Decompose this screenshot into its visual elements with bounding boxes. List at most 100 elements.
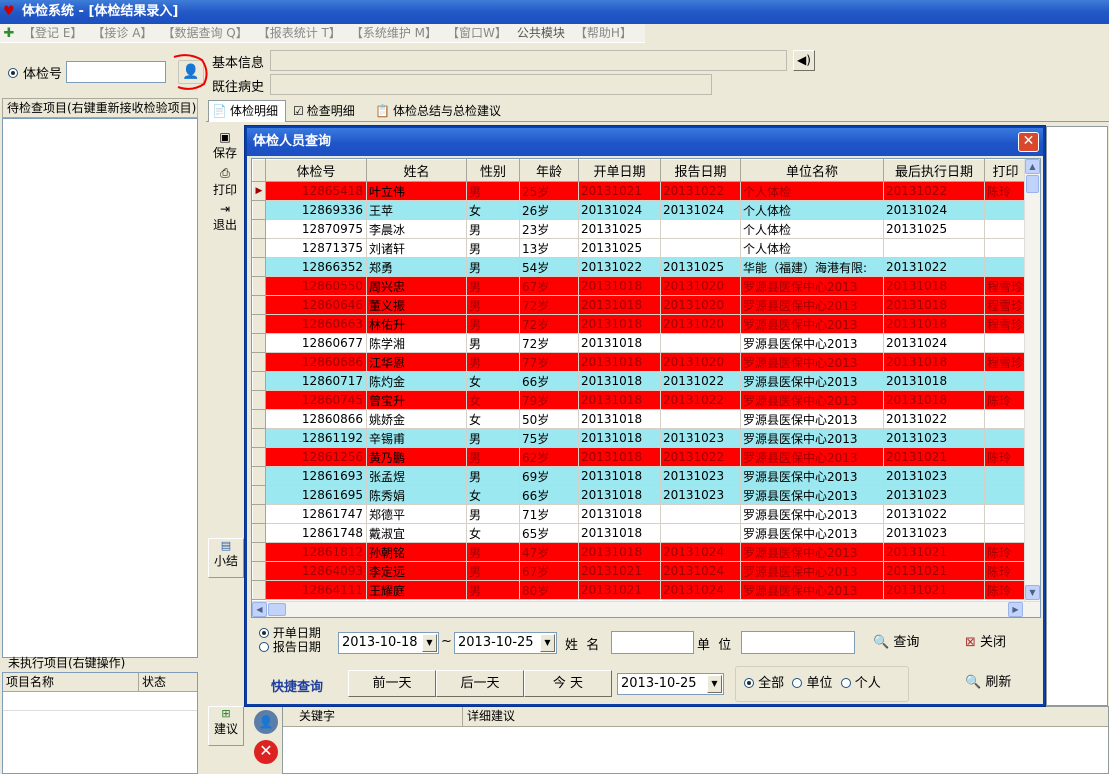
tab-exam-detail[interactable]: 📄 体检明细 — [208, 100, 286, 122]
menu-item[interactable]: 公共模块 — [512, 24, 570, 43]
grid-column-header[interactable]: 打印 — [984, 159, 1027, 182]
table-row[interactable]: 12860866 姚娇金女 50岁 20131018 罗源县医保中心2013 201310… — [252, 409, 1027, 429]
scroll-up-icon[interactable]: ▲ — [1025, 159, 1040, 174]
date-from-picker[interactable]: 2013-10-18 ▼ — [338, 632, 439, 654]
today-button[interactable]: 今 天 — [524, 670, 612, 697]
pending-items-list[interactable] — [2, 118, 198, 658]
grid-cell: 26岁 — [519, 200, 579, 220]
table-row[interactable]: 12861693 张孟煜男 69岁 20131018 20131023 罗源县医保中心20… — [252, 466, 1027, 486]
menu-app-icon[interactable]: ✚ — [0, 26, 18, 41]
table-row[interactable]: 12870975 李晨冰男 23岁 20131025 个人体检 20131025 — [252, 219, 1027, 239]
summary-tab[interactable]: ▤ 小结 — [208, 538, 244, 578]
menu-item[interactable]: 【数据查询 Q】 — [157, 24, 252, 43]
grid-column-header[interactable]: 单位名称 — [740, 159, 884, 182]
table-row[interactable]: 12869336 王苹女 26岁 20131024 20131024 个人体检 201310… — [252, 200, 1027, 220]
save-button[interactable]: ▣ 保存 — [208, 130, 242, 164]
exam-no-radio[interactable] — [8, 68, 18, 78]
tab-check-detail[interactable]: ☑ 检查明细 — [290, 102, 368, 122]
radio-unit[interactable]: 单位 — [792, 676, 832, 691]
radio-all[interactable]: 全部 — [744, 676, 784, 691]
dropdown-arrow-icon[interactable]: ▼ — [707, 675, 722, 693]
hscroll-thumb[interactable] — [268, 603, 286, 616]
table-row[interactable]: 12860677 陈学湘男 72岁 20131018 罗源县医保中心2013 201310… — [252, 333, 1027, 353]
grid-column-header[interactable]: 体检号 — [265, 159, 367, 182]
next-day-button[interactable]: 后一天 — [436, 670, 524, 697]
menu-item[interactable]: 【接诊 A】 — [87, 24, 157, 43]
menu-item[interactable]: 【系统维护 M】 — [346, 24, 442, 43]
table-row[interactable]: 12860646 董义振男 72岁 20131018 20131020 罗源县医保中心20… — [252, 295, 1027, 315]
print-button[interactable]: ⎙ 打印 — [208, 166, 242, 200]
advice-tab[interactable]: ⊞ 建议 — [208, 706, 244, 746]
grid-cell: 12864093 — [265, 561, 367, 581]
scroll-left-icon[interactable]: ◀ — [252, 602, 267, 617]
table-row[interactable]: 12861747 郑德平男 71岁 20131018 罗源县医保中心2013 201310… — [252, 504, 1027, 524]
table-row[interactable]: ▶ 12865418 叶立伟男 25岁 20131021 20131022 个人体检 2013… — [252, 181, 1027, 201]
dropdown-arrow-icon[interactable]: ▼ — [422, 634, 437, 652]
grid-cell: 20131020 — [660, 352, 741, 372]
table-row[interactable] — [3, 692, 197, 711]
doctor-icon[interactable]: 👤 — [254, 710, 278, 734]
radio-personal[interactable]: 个人 — [840, 676, 881, 691]
dialog-close-icon[interactable]: ✕ — [1018, 132, 1039, 152]
scroll-right-icon[interactable]: ▶ — [1008, 602, 1023, 617]
radio-all-icon — [744, 678, 754, 688]
dropdown-arrow-icon[interactable]: ▼ — [540, 634, 555, 652]
table-row[interactable]: 12861748 戴淑宜女 65岁 20131018 罗源县医保中心2013 201310… — [252, 523, 1027, 543]
close-button[interactable]: ⊠ 关闭 — [965, 632, 1025, 654]
table-row[interactable]: 12864111 王耀庭男 80岁 20131021 20131024 罗源县医保中心20… — [252, 580, 1027, 600]
col-keyword[interactable]: 关键字 — [283, 707, 463, 727]
grid-horizontal-scrollbar[interactable]: ◀ ▶ — [252, 601, 1040, 617]
scroll-thumb[interactable] — [1026, 175, 1039, 193]
menu-item[interactable]: 【报表统计 T】 — [253, 24, 346, 43]
scroll-down-icon[interactable]: ▼ — [1025, 585, 1040, 600]
person-grid[interactable]: 体检号 姓名 性别 年龄 开单日期 报告日期 单位名称 最后执行日期 打印 ▶ 12865418 叶… — [251, 158, 1041, 618]
refresh-button[interactable]: 🔍 刷新 — [965, 671, 1025, 695]
tab-summary[interactable]: 📋 体检总结与总检建议 — [372, 102, 514, 122]
prev-day-button[interactable]: 前一天 — [348, 670, 436, 697]
table-row[interactable]: 12860663 林佑升男 72岁 20131018 20131020 罗源县医保中心20… — [252, 314, 1027, 334]
menu-item[interactable]: 【登记 E】 — [18, 24, 87, 43]
grid-column-header[interactable]: 最后执行日期 — [883, 159, 985, 182]
grid-column-header[interactable]: 年龄 — [519, 159, 579, 182]
grid-cell: 男 — [466, 333, 520, 353]
table-row[interactable]: 12861256 黄乃鹏男 62岁 20131018 20131022 罗源县医保中心20… — [252, 447, 1027, 467]
table-row[interactable]: 12871375 刘诸轩男 13岁 20131025 个人体检 — [252, 238, 1027, 258]
radio-open-date[interactable]: 开单日期 — [259, 626, 321, 640]
exam-no-input[interactable] — [66, 61, 166, 83]
grid-cell: 20131022 — [660, 371, 741, 391]
unit-input[interactable] — [741, 631, 855, 654]
table-row[interactable]: 12861695 陈秀娟女 66岁 20131018 20131023 罗源县医保中心20… — [252, 485, 1027, 505]
table-row[interactable]: 12860745 曾宝升女 79岁 20131018 20131022 罗源县医保中心20… — [252, 390, 1027, 410]
table-row[interactable]: 12860550 周兴忠男 67岁 20131018 20131020 罗源县医保中心20… — [252, 276, 1027, 296]
table-row[interactable]: 12866352 郑勇男 54岁 20131022 20131025 华能（福建）海港有限… — [252, 257, 1027, 277]
speaker-icon[interactable]: ◀) — [793, 50, 815, 71]
window-title-bar: ♥ 体检系统 - [体检结果录入] — [0, 0, 1109, 24]
unexecuted-items-table[interactable]: 项目名称 状态 — [2, 672, 198, 774]
quick-date-picker[interactable]: 2013-10-25 ▼ — [617, 673, 724, 695]
exit-button[interactable]: ⇥ 退出 — [208, 202, 242, 236]
menu-item[interactable]: 【帮助H】 — [570, 24, 637, 43]
delete-icon[interactable]: ✕ — [254, 740, 278, 764]
col-detail[interactable]: 详细建议 — [463, 707, 1108, 727]
date-to-picker[interactable]: 2013-10-25 ▼ — [454, 632, 557, 654]
grid-column-header[interactable]: 姓名 — [366, 159, 467, 182]
name-input[interactable] — [611, 631, 694, 654]
search-button[interactable]: 🔍 查询 — [873, 632, 933, 654]
table-row[interactable]: 12860717 陈灼金女 66岁 20131018 20131022 罗源县医保中心20… — [252, 371, 1027, 391]
grid-cell: 陈学湘 — [366, 333, 467, 353]
add-icon: ⊞ — [221, 707, 231, 720]
radio-report-date[interactable]: 报告日期 — [259, 640, 321, 654]
grid-column-header[interactable]: 报告日期 — [660, 159, 741, 182]
detail-panel — [1046, 126, 1108, 706]
menu-item[interactable]: 【窗口W】 — [442, 24, 512, 43]
table-row[interactable]: 12861192 辛锡甫男 75岁 20131018 20131023 罗源县医保中心20… — [252, 428, 1027, 448]
grid-column-header[interactable]: 性别 — [466, 159, 520, 182]
grid-column-header[interactable]: 开单日期 — [578, 159, 661, 182]
table-row[interactable]: 12864093 李定远男 67岁 20131021 20131024 罗源县医保中心20… — [252, 561, 1027, 581]
grid-vertical-scrollbar[interactable]: ▲ ▼ — [1024, 159, 1040, 601]
grid-cell: 男 — [466, 181, 520, 201]
table-row[interactable]: 12861812 孙朝铭男 47岁 20131018 20131024 罗源县医保中心20… — [252, 542, 1027, 562]
col-status[interactable]: 状态 — [139, 673, 197, 692]
col-item-name[interactable]: 项目名称 — [3, 673, 139, 692]
table-row[interactable]: 12860686 江华恩男 77岁 20131018 20131020 罗源县医保中心20… — [252, 352, 1027, 372]
